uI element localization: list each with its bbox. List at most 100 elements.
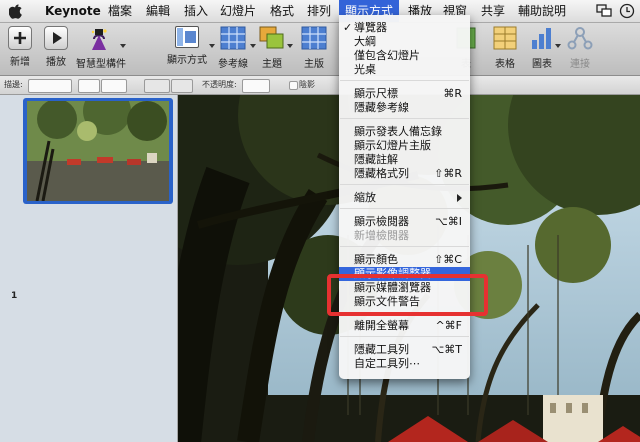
view-menu-item[interactable]: 自定工具列⋯: [339, 357, 470, 371]
opacity-field[interactable]: [242, 79, 270, 93]
alignment-button[interactable]: [144, 79, 170, 93]
chart-label: 圖表: [532, 59, 552, 70]
menu-file[interactable]: 檔案: [108, 0, 132, 22]
menu-separator: [340, 208, 469, 209]
view-menu-item-label: 縮放: [354, 191, 376, 204]
menu-separator: [340, 184, 469, 185]
view-menu-item-shortcut: ⌥⌘I: [435, 215, 462, 228]
apple-logo-icon[interactable]: [9, 4, 23, 19]
masters-button[interactable]: 主版: [300, 26, 328, 70]
view-menu-item-label: 大綱: [354, 35, 376, 48]
stroke-style-select[interactable]: [28, 79, 72, 93]
shadow-checkbox[interactable]: [289, 81, 298, 90]
app-menu-keynote[interactable]: Keynote: [45, 0, 101, 22]
stroke-width-field[interactable]: [101, 79, 127, 93]
view-menu-item[interactable]: 顯示顏色 ⇧⌘C: [339, 253, 470, 267]
frame-button[interactable]: [171, 79, 193, 93]
slide-thumbnail[interactable]: [27, 101, 169, 201]
view-menu-item[interactable]: 顯示尺標 ⌘R: [339, 87, 470, 101]
slide-number: 1: [11, 291, 18, 301]
view-menu-item[interactable]: ✓ 導覽器: [339, 21, 470, 35]
format-bar: 描邊: 不透明度: 陰影: [0, 76, 640, 95]
menu-separator: [340, 336, 469, 337]
stroke-width-select[interactable]: [78, 79, 100, 93]
view-menu-item-label: 顯示幻燈片主版: [354, 139, 431, 152]
themes-label: 主題: [262, 59, 282, 70]
view-button[interactable]: 顯示方式: [166, 26, 215, 66]
view-menu-item-label: 離開全螢幕: [354, 319, 409, 332]
menu-format[interactable]: 格式: [270, 0, 294, 22]
table-button[interactable]: 表格: [491, 26, 519, 70]
view-menu-item-shortcut: ⌥⌘T: [431, 343, 462, 356]
menu-separator: [340, 118, 469, 119]
view-menu-item[interactable]: 光桌: [339, 63, 470, 77]
submenu-arrow-icon: [457, 194, 462, 202]
view-menu-item-shortcut: ^⌘F: [435, 319, 462, 332]
shadow-label: 陰影: [299, 80, 315, 89]
view-icon: [175, 26, 199, 48]
view-menu-item[interactable]: 隱藏參考線: [339, 101, 470, 115]
menu-separator: [340, 246, 469, 247]
connect-label: 連接: [570, 59, 590, 70]
view-menu-item[interactable]: 顯示檢閱器 ⌥⌘I: [339, 215, 470, 229]
guides-icon: [220, 26, 246, 52]
toolbar: 新增 播放 智慧型構件 顯示方式 參考線 主題 主版 表格 圖表 連接: [0, 23, 640, 76]
menu-separator: [340, 80, 469, 81]
menu-insert[interactable]: 插入: [184, 0, 208, 22]
view-menu-item-shortcut: ⇧⌘R: [434, 167, 462, 180]
view-menu-item[interactable]: 縮放: [339, 191, 470, 205]
plus-icon: [8, 26, 32, 50]
view-menu-item-label: 僅包含幻燈片: [354, 49, 420, 62]
play-label: 播放: [46, 57, 66, 68]
view-menu-item-label: 隱藏參考線: [354, 101, 409, 114]
screen-mirror-icon[interactable]: [596, 3, 612, 19]
masters-label: 主版: [304, 59, 324, 70]
chart-icon: [529, 26, 555, 52]
view-menu-dropdown: ✓ 導覽器 大綱 僅包含幻燈片 光桌顯示尺標 ⌘R 隱藏參考線顯示發表人備忘錄 顯示幻燈片主版…: [339, 15, 470, 379]
view-menu-item[interactable]: 隱藏格式列 ⇧⌘R: [339, 167, 470, 181]
view-menu-item-label: 顯示檢閱器: [354, 215, 409, 228]
view-menu-item[interactable]: 隱藏註解: [339, 153, 470, 167]
view-menu-item: 新增檢閱器: [339, 229, 470, 243]
stroke-label: 描邊:: [4, 80, 23, 89]
smart-build-label: 智慧型構件: [76, 59, 126, 70]
clock-icon[interactable]: [619, 3, 635, 19]
highlight-annotation-box: [327, 274, 488, 316]
view-menu-item[interactable]: 隱藏工具列 ⌥⌘T: [339, 343, 470, 357]
slide-navigator: 1: [0, 95, 178, 442]
view-menu-item-label: 隱藏格式列: [354, 167, 409, 180]
opacity-label: 不透明度:: [202, 80, 237, 89]
menu-share[interactable]: 共享: [481, 0, 505, 22]
menu-edit[interactable]: 編輯: [146, 0, 170, 22]
new-slide-label: 新增: [10, 57, 30, 68]
view-menu-item-shortcut: ⌘R: [443, 87, 462, 100]
menu-arrange[interactable]: 排列: [307, 0, 331, 22]
view-menu-item-label: 光桌: [354, 63, 376, 76]
chart-button[interactable]: 圖表: [528, 26, 561, 70]
play-icon: [44, 26, 68, 50]
play-button[interactable]: 播放: [42, 26, 70, 68]
view-menu-item-shortcut: ⇧⌘C: [434, 253, 462, 266]
new-slide-button[interactable]: 新增: [6, 26, 34, 68]
view-menu-item[interactable]: 顯示發表人備忘錄: [339, 125, 470, 139]
smart-build-icon: [86, 26, 112, 52]
view-menu-item-label: 隱藏註解: [354, 153, 398, 166]
themes-button[interactable]: 主題: [258, 26, 293, 70]
menu-bar: Keynote 檔案 編輯 插入 幻燈片 格式 排列 顯示方式 播放 視窗 共享…: [0, 0, 640, 23]
menu-slide[interactable]: 幻燈片: [220, 0, 256, 22]
connect-button[interactable]: 連接: [566, 26, 594, 70]
table-icon: [492, 26, 518, 52]
masters-icon: [301, 26, 327, 52]
view-menu-item-label: 顯示發表人備忘錄: [354, 125, 442, 138]
view-menu-item[interactable]: 大綱: [339, 35, 470, 49]
view-menu-item[interactable]: 離開全螢幕 ^⌘F: [339, 319, 470, 333]
guides-button[interactable]: 參考線: [217, 26, 256, 70]
smart-build-button[interactable]: 智慧型構件: [76, 26, 126, 70]
view-menu-item-label: 顯示尺標: [354, 87, 398, 100]
view-menu-item[interactable]: 僅包含幻燈片: [339, 49, 470, 63]
menu-help[interactable]: 輔助說明: [518, 0, 566, 22]
view-menu-item[interactable]: 顯示幻燈片主版: [339, 139, 470, 153]
checkmark-icon: ✓: [343, 21, 353, 34]
view-menu-item-label: 自定工具列⋯: [354, 357, 420, 370]
connect-icon: [567, 26, 593, 52]
